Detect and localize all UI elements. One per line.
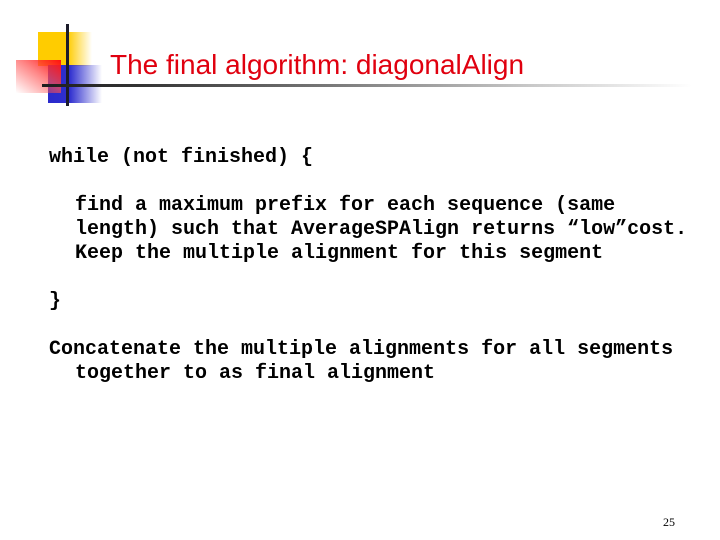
slide: The final algorithm: diagonalAlign while… (0, 0, 720, 540)
algorithm-pseudocode: while (not finished) { find a maximum pr… (49, 146, 709, 386)
concatenate-line: Concatenate the multiple alignments for … (49, 338, 674, 361)
concatenate-line: together to as final alignment (75, 362, 436, 385)
slide-title: The final algorithm: diagonalAlign (110, 49, 525, 80)
title-underline-rule (42, 84, 692, 87)
loop-body-line: Keep the multiple alignment for this seg… (75, 242, 604, 265)
vertical-rule-decoration (66, 24, 69, 106)
red-square-decoration (16, 60, 61, 93)
loop-close-brace: } (49, 290, 62, 313)
loop-body-line: find a maximum prefix for each sequence … (75, 194, 616, 217)
loop-body-line: length) such that AverageSPAlign returns… (75, 218, 688, 241)
while-loop-header: while (not finished) { (49, 146, 314, 169)
page-number: 25 (663, 515, 675, 529)
